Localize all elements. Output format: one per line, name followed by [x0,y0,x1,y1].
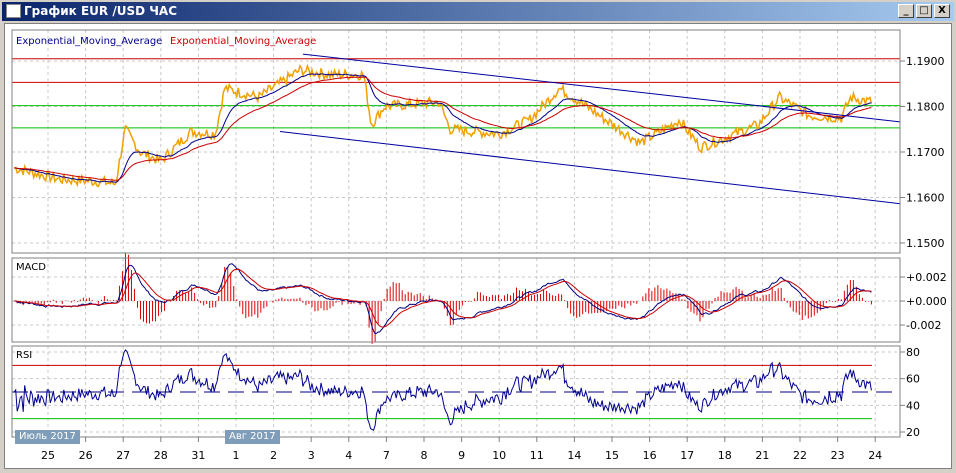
trend-line [302,53,901,123]
x-tick-label: 9 [458,449,465,462]
x-tick-label: 17 [680,449,694,462]
legend-ema-slow: Exponential_Moving_Average [170,36,316,47]
x-tick-label: 23 [831,449,845,462]
chart-canvas[interactable]: 25 26 27 28 31 1 2 3 4 7 8 9 10 11 14 15 16 17 18 21 22 23 241… [0,0,956,473]
price-axis-label: 1.1900 [906,55,945,68]
x-tick-label: 18 [718,449,732,462]
rsi-axis-label: 20 [906,426,920,439]
x-tick-label: 2 [270,449,277,462]
x-tick-label: 26 [79,449,93,462]
macd-panel-label: MACD [16,262,46,273]
x-tick-label: 31 [191,449,205,462]
x-tick-label: 4 [345,449,352,462]
x-tick-label: 14 [567,449,581,462]
rsi-line [13,349,872,431]
x-tick-label: 27 [116,449,130,462]
macd-axis-label: +0.002 [906,271,947,284]
x-tick-label: 1 [233,449,240,462]
x-tick-label: 16 [643,449,657,462]
x-tick-label: 25 [41,449,55,462]
x-tick-label: 28 [154,449,168,462]
macd-axis-label: +0.000 [906,295,947,308]
rsi-axis-label: 40 [906,399,920,412]
price-series [14,63,873,188]
panel-border-0 [11,29,901,254]
month-tag-july: Июль 2017 [15,430,80,444]
month-tag-august: Авг 2017 [225,430,280,444]
macd-axis-label: -0.002 [906,319,941,332]
x-tick-label: 15 [605,449,619,462]
x-tick-label: 7 [383,449,390,462]
macd-line [14,263,872,335]
x-tick-label: 3 [308,449,315,462]
rsi-axis-label: 80 [906,346,920,359]
rsi-axis-label: 60 [906,373,920,386]
trend-line [279,131,901,205]
price-axis-label: 1.1800 [906,101,945,114]
x-tick-label: 24 [868,449,882,462]
x-tick-label: 21 [755,449,769,462]
price-axis-label: 1.1600 [906,192,945,205]
x-tick-label: 22 [793,449,807,462]
panel-border-1 [11,257,901,343]
price-axis-label: 1.1500 [906,237,945,250]
x-tick-label: 10 [492,449,506,462]
x-tick-label: 8 [421,449,428,462]
legend-ema-fast: Exponential_Moving_Average [16,36,162,47]
x-tick-label: 11 [530,449,544,462]
macd-signal-line [14,268,872,328]
price-axis-label: 1.1700 [906,146,945,159]
rsi-panel-label: RSI [16,350,32,361]
